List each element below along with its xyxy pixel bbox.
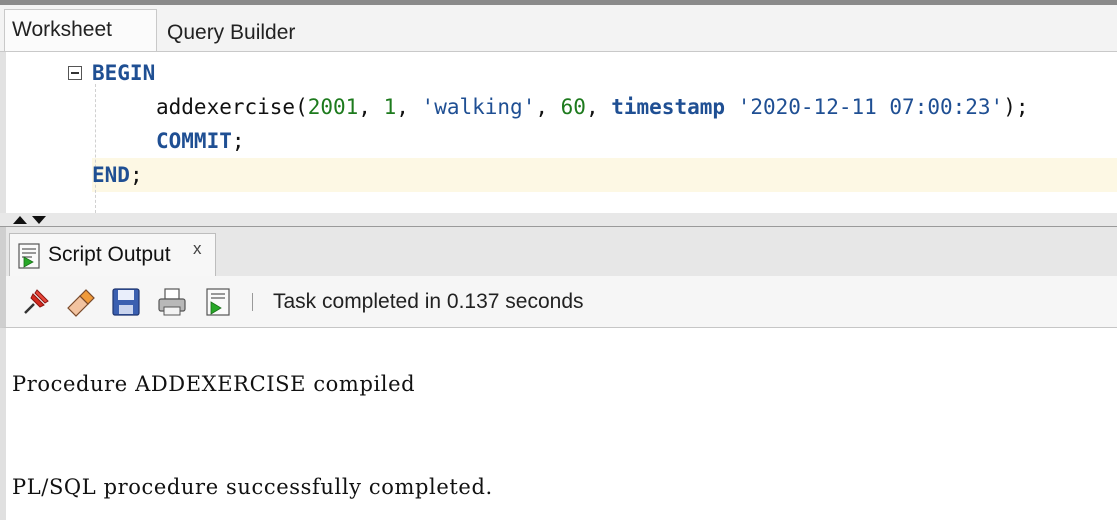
tab-script-output-label: Script Output <box>48 243 171 266</box>
print-icon[interactable] <box>156 286 188 318</box>
arg-number: 2001 <box>307 95 359 119</box>
output-toolbar: Task completed in 0.137 seconds <box>0 276 1117 328</box>
separator <box>725 95 738 119</box>
collapse-block-icon[interactable] <box>68 66 82 80</box>
separator: , <box>535 95 561 119</box>
tab-worksheet[interactable]: Worksheet <box>4 9 157 51</box>
output-message: PL/SQL procedure successfully completed. <box>12 475 493 499</box>
editor-tab-bar: Worksheet Query Builder <box>0 0 1117 52</box>
arg-string: 'walking' <box>421 95 536 119</box>
separator: , <box>396 95 422 119</box>
separator: , <box>585 95 612 119</box>
toolbar-separator <box>252 293 253 311</box>
keyword-begin: BEGIN <box>92 61 156 85</box>
keyword-timestamp: timestamp <box>611 95 726 119</box>
arg-string: '2020-12-11 07:00:23' <box>737 95 1004 119</box>
keyword-commit: COMMIT <box>156 129 232 153</box>
arg-number: 1 <box>383 95 397 119</box>
current-line-highlight <box>92 158 1117 192</box>
separator: ; <box>231 129 245 153</box>
call-end: ); <box>1003 95 1029 119</box>
pin-icon[interactable] <box>20 286 52 318</box>
run-script-icon[interactable] <box>203 286 235 318</box>
editor-gutter <box>6 52 66 213</box>
keyword-end: END <box>92 163 130 187</box>
arrow-up-icon[interactable] <box>13 216 27 224</box>
tab-query-builder[interactable]: Query Builder <box>160 13 340 55</box>
separator: , <box>358 95 384 119</box>
output-message: Procedure ADDEXERCISE compiled <box>12 372 416 396</box>
eraser-icon[interactable] <box>64 286 96 318</box>
script-output-area[interactable]: Procedure ADDEXERCISE compiled PL/SQL pr… <box>0 328 1117 520</box>
sql-editor[interactable]: BEGIN addexercise(2001, 1, 'walking', 60… <box>0 52 1117 213</box>
close-icon[interactable]: x <box>193 238 202 260</box>
arg-number: 60 <box>560 95 586 119</box>
code-line-1: BEGIN <box>92 56 155 90</box>
separator: ; <box>129 163 143 187</box>
code-line-3: COMMIT; <box>156 124 245 158</box>
script-output-icon <box>18 243 40 269</box>
save-icon[interactable] <box>110 286 142 318</box>
code-line-2: addexercise(2001, 1, 'walking', 60, time… <box>156 90 1029 124</box>
output-tab-bar: Script Output x <box>0 227 1117 276</box>
indent-guide <box>95 84 96 213</box>
panel-splitter[interactable] <box>0 213 1117 227</box>
task-status: Task completed in 0.137 seconds <box>273 290 584 313</box>
procedure-call: addexercise( <box>156 95 308 119</box>
arrow-down-icon[interactable] <box>32 216 46 224</box>
tab-script-output[interactable]: Script Output x <box>9 233 216 276</box>
code-line-4: END; <box>92 158 143 192</box>
